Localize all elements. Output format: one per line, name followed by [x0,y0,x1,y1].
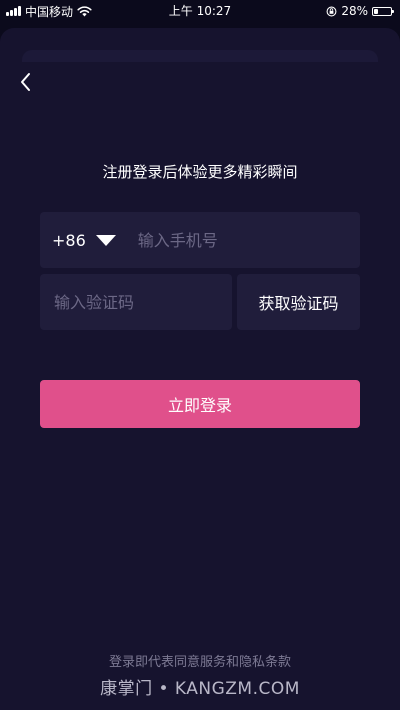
country-code-label: +86 [52,230,86,250]
verification-code-input[interactable] [52,281,232,323]
battery-icon [372,6,394,16]
sheet-top-strip [22,50,378,62]
status-right: 28% [326,3,394,19]
verification-code-field [40,274,232,330]
terms-link[interactable]: 登录即代表同意服务和隐私条款 [0,654,400,672]
country-code-selector[interactable]: +86 [52,231,116,250]
phone-input[interactable] [135,219,360,261]
login-sheet [0,28,400,710]
login-button[interactable]: 立即登录 [40,380,360,428]
chevron-left-icon [21,73,30,91]
phone-field: +86 [40,212,360,268]
watermark: 康掌门 • KANGZM.COM [100,679,300,699]
triangle-down-icon [95,234,116,246]
status-bar: 中国移动 上午 10:27 28% [0,0,400,22]
battery-percent: 28% [341,4,368,18]
page-title: 注册登录后体验更多精彩瞬间 [102,163,298,181]
get-code-button[interactable]: 获取验证码 [237,274,360,330]
battery-fill [374,8,378,14]
orientation-lock-icon [326,6,337,16]
back-button[interactable] [12,68,40,96]
